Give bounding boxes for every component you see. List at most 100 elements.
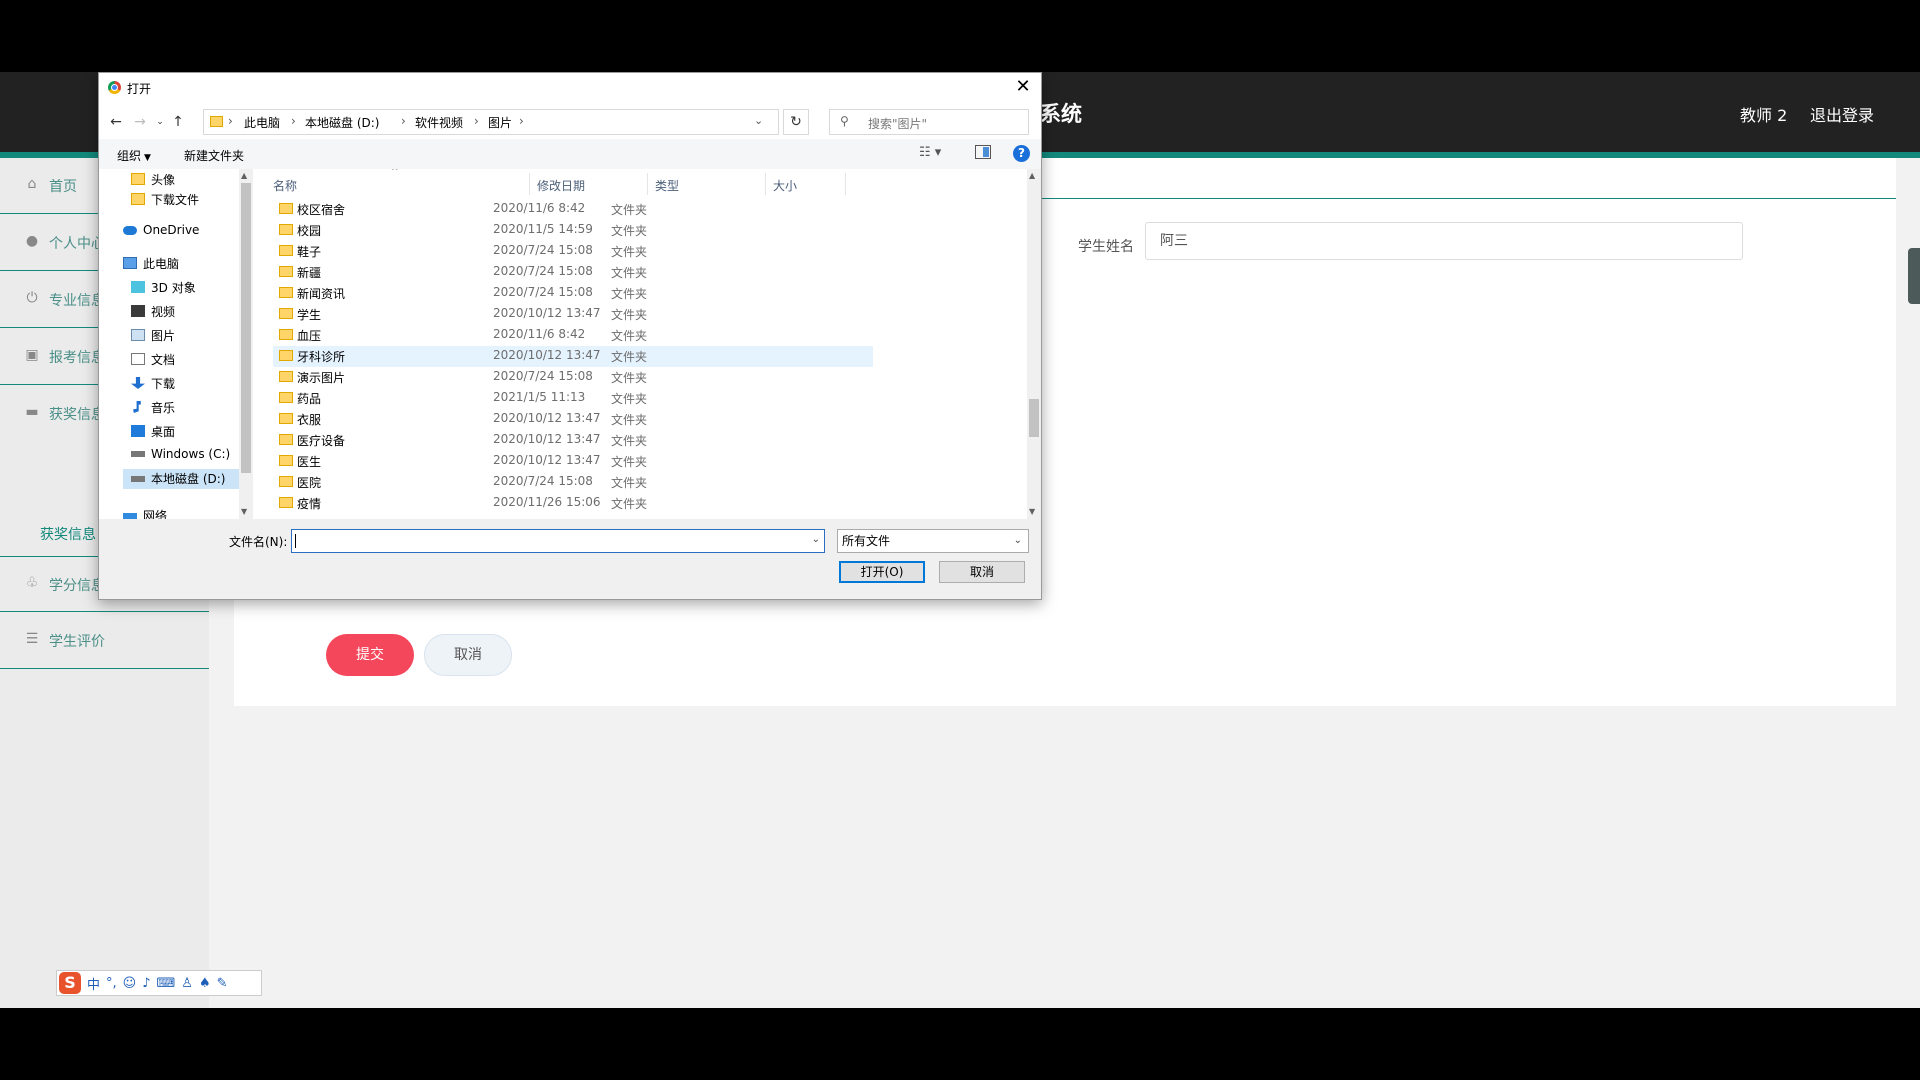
logout-link[interactable]: 退出登录 bbox=[1810, 102, 1874, 126]
folder-icon bbox=[131, 193, 145, 205]
column-divider[interactable] bbox=[529, 173, 530, 195]
file-row[interactable]: 衣服 2020/10/12 13:47 文件夹 bbox=[273, 409, 873, 430]
nav-item-network[interactable]: 网络 bbox=[123, 507, 167, 519]
file-name: 血压 bbox=[297, 329, 322, 343]
student-name-input[interactable]: 阿三 bbox=[1145, 222, 1743, 260]
close-icon[interactable]: ✕ bbox=[1011, 76, 1035, 100]
wrench-icon[interactable]: ✎ bbox=[217, 976, 228, 991]
file-row[interactable]: 医疗设备 2020/10/12 13:47 文件夹 bbox=[273, 430, 873, 451]
file-row[interactable]: 医生 2020/10/12 13:47 文件夹 bbox=[273, 451, 873, 472]
ime-toolbar[interactable]: S 中 °, ☺ ♪ ⌨ ♙ ♠ ✎ bbox=[56, 970, 262, 996]
file-row[interactable]: 校区宿舍 2020/11/6 8:42 文件夹 bbox=[273, 199, 873, 220]
scroll-thumb[interactable] bbox=[241, 183, 251, 473]
nav-item-desktop[interactable]: 桌面 bbox=[131, 423, 175, 443]
up-icon[interactable]: ↑ bbox=[169, 113, 187, 131]
microphone-icon[interactable]: ♪ bbox=[142, 976, 150, 991]
nav-item-downloads[interactable]: 下载 bbox=[131, 375, 175, 395]
file-row[interactable]: 药品 2021/1/5 11:13 文件夹 bbox=[273, 388, 873, 409]
sogou-logo-icon[interactable]: S bbox=[59, 972, 81, 994]
breadcrumb-software-video[interactable]: 软件视频 bbox=[415, 114, 463, 131]
nav-item-downloads-folder[interactable]: 下载文件 bbox=[131, 191, 199, 211]
cancel-form-button[interactable]: 取消 bbox=[424, 634, 512, 676]
file-row[interactable]: 学生 2020/10/12 13:47 文件夹 bbox=[273, 304, 873, 325]
side-handle[interactable] bbox=[1908, 248, 1920, 304]
nav-item-drive-c[interactable]: Windows (C:) bbox=[131, 447, 230, 467]
file-row[interactable]: 血压 2020/11/6 8:42 文件夹 bbox=[273, 325, 873, 346]
refresh-icon[interactable]: ↻ bbox=[783, 109, 809, 135]
recent-locations-icon[interactable]: ⌄ bbox=[151, 113, 169, 131]
submit-button[interactable]: 提交 bbox=[326, 634, 414, 676]
view-options-icon[interactable]: ☷ ▾ bbox=[919, 145, 941, 160]
file-date: 2020/7/24 15:08 bbox=[493, 474, 593, 488]
nav-item-pictures[interactable]: 图片 bbox=[131, 327, 175, 347]
file-row[interactable]: 牙科诊所 2020/10/12 13:47 文件夹 bbox=[273, 346, 873, 367]
column-divider[interactable] bbox=[765, 173, 766, 195]
forward-icon[interactable]: → bbox=[131, 113, 149, 131]
preview-pane-icon[interactable] bbox=[975, 145, 991, 159]
file-row[interactable]: 校园 2020/11/5 14:59 文件夹 bbox=[273, 220, 873, 241]
sidebar-subitem-awards[interactable]: 获奖信息 bbox=[40, 524, 96, 544]
caret-down-icon: ▼ bbox=[144, 153, 151, 163]
nav-item-avatar[interactable]: 头像 bbox=[131, 171, 175, 191]
chrome-icon bbox=[108, 81, 121, 94]
file-row[interactable]: 新疆 2020/7/24 15:08 文件夹 bbox=[273, 262, 873, 283]
file-row[interactable]: 新闻资讯 2020/7/24 15:08 文件夹 bbox=[273, 283, 873, 304]
breadcrumb-pictures[interactable]: 图片 bbox=[488, 114, 512, 131]
column-header-type[interactable]: 类型 bbox=[655, 177, 679, 194]
column-header-modified[interactable]: 修改日期 bbox=[537, 177, 585, 194]
dialog-titlebar[interactable]: 打开 ✕ bbox=[99, 73, 1041, 103]
nav-item-this-pc[interactable]: 此电脑 bbox=[123, 255, 179, 275]
file-list: ^ 名称 修改日期 类型 大小 校区宿舍 2020/11/6 8:42 文件夹 校园… bbox=[269, 169, 1027, 519]
nav-item-onedrive[interactable]: OneDrive bbox=[123, 223, 199, 243]
scroll-up-icon[interactable]: ▲ bbox=[241, 171, 247, 180]
address-bar[interactable]: › 此电脑 › 本地磁盘 (D:) › 软件视频 › 图片 › ⌄ bbox=[203, 109, 779, 135]
cancel-button[interactable]: 取消 bbox=[939, 561, 1025, 583]
scroll-up-icon[interactable]: ▲ bbox=[1029, 171, 1035, 180]
skin-icon[interactable]: ♠ bbox=[199, 976, 211, 991]
file-row[interactable]: 医院 2020/7/24 15:08 文件夹 bbox=[273, 472, 873, 493]
help-icon[interactable]: ? bbox=[1013, 145, 1030, 162]
file-date: 2020/11/6 8:42 bbox=[493, 201, 586, 215]
open-button[interactable]: 打开(O) bbox=[839, 561, 925, 583]
punctuation-icon[interactable]: °, bbox=[106, 976, 117, 991]
column-divider[interactable] bbox=[647, 173, 648, 195]
new-folder-button[interactable]: 新建文件夹 bbox=[184, 147, 244, 164]
chevron-down-icon[interactable]: ⌄ bbox=[754, 114, 763, 127]
breadcrumb-drive-d[interactable]: 本地磁盘 (D:) bbox=[305, 114, 379, 131]
file-date: 2020/10/12 13:47 bbox=[493, 453, 601, 467]
nav-item-label: 头像 bbox=[151, 173, 176, 187]
organize-menu[interactable]: 组织 ▼ bbox=[117, 147, 151, 164]
sidebar-item-evaluation[interactable]: ☰ 学生评价 bbox=[0, 613, 209, 669]
file-date: 2020/10/12 13:47 bbox=[493, 411, 601, 425]
chevron-down-icon[interactable]: ⌄ bbox=[812, 534, 820, 545]
nav-item-videos[interactable]: 视频 bbox=[131, 303, 175, 323]
nav-item-music[interactable]: 音乐 bbox=[131, 399, 175, 419]
folder-icon bbox=[279, 413, 293, 424]
column-divider[interactable] bbox=[845, 173, 846, 195]
file-row[interactable]: 疫情 2020/11/26 15:06 文件夹 bbox=[273, 493, 873, 514]
file-list-scrollbar[interactable]: ▲ ▼ bbox=[1027, 169, 1041, 519]
breadcrumb-this-pc[interactable]: 此电脑 bbox=[244, 114, 280, 131]
user-icon[interactable]: ♙ bbox=[181, 976, 193, 991]
nav-item-documents[interactable]: 文档 bbox=[131, 351, 175, 371]
keyboard-icon[interactable]: ⌨ bbox=[157, 976, 176, 991]
column-header-size[interactable]: 大小 bbox=[773, 177, 797, 194]
nav-pane-scrollbar[interactable]: ▲ ▼ bbox=[239, 169, 253, 519]
emoji-icon[interactable]: ☺ bbox=[123, 976, 137, 991]
search-input[interactable]: ⚲ 搜索"图片" bbox=[829, 109, 1029, 135]
file-type-select[interactable]: 所有文件 ⌄ bbox=[837, 529, 1029, 553]
file-row[interactable]: 演示图片 2020/7/24 15:08 文件夹 bbox=[273, 367, 873, 388]
file-row[interactable]: 鞋子 2020/7/24 15:08 文件夹 bbox=[273, 241, 873, 262]
nav-item-3d-objects[interactable]: 3D 对象 bbox=[131, 279, 196, 299]
column-header-name[interactable]: 名称 bbox=[273, 177, 297, 194]
nav-item-drive-d[interactable]: 本地磁盘 (D:) bbox=[123, 469, 239, 489]
scroll-down-icon[interactable]: ▼ bbox=[241, 507, 247, 516]
ime-mode[interactable]: 中 bbox=[87, 974, 100, 993]
file-type-value: 所有文件 bbox=[842, 534, 891, 548]
back-icon[interactable]: ← bbox=[107, 113, 125, 131]
filename-input[interactable]: ⌄ bbox=[291, 529, 825, 553]
scroll-down-icon[interactable]: ▼ bbox=[1029, 507, 1035, 516]
scroll-thumb[interactable] bbox=[1029, 399, 1039, 437]
delete-icon: ▣ bbox=[25, 347, 39, 363]
folder-icon bbox=[210, 116, 223, 127]
